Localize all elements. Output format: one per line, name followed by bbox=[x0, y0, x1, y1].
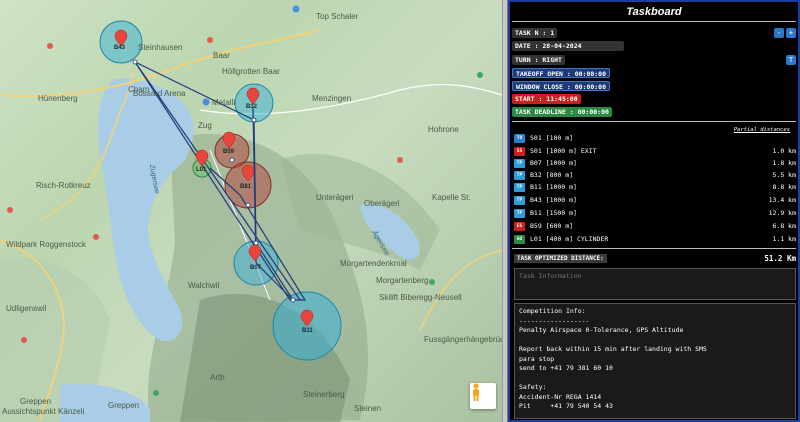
map-label: Steinhausen bbox=[138, 43, 182, 52]
turnpoint-row[interactable]: TP B32 [800 m] 5.5 km bbox=[514, 169, 796, 181]
turnpoint-text: B11 [1000 m] bbox=[530, 183, 577, 191]
optimized-distance-value: 51.2 Km bbox=[764, 253, 796, 263]
map-label: Hohrone bbox=[428, 125, 459, 134]
optimized-distance-bar: TASK OPTIMIZED DISTANCE: 51.2 Km bbox=[514, 252, 796, 264]
tp-label-b43: B43 bbox=[114, 45, 126, 51]
map-label: Menzingen bbox=[312, 94, 351, 103]
map-label: Steinen bbox=[354, 404, 381, 413]
map-label: Oberägeri bbox=[364, 199, 400, 208]
optimized-distance-label: TASK OPTIMIZED DISTANCE: bbox=[514, 253, 607, 263]
map-label: Risch-Rotkreuz bbox=[36, 181, 91, 190]
turnpoint-text: S01 [1000 m] EXIT bbox=[530, 147, 597, 155]
divider-line bbox=[512, 21, 796, 22]
map-label: Greppen bbox=[20, 397, 51, 406]
map-label: Zug bbox=[198, 121, 212, 130]
turnpoint-text: B07 [1000 m] bbox=[530, 159, 577, 167]
turnpoint-distance: 1.8 km bbox=[772, 159, 796, 167]
map-label: Bossard Arena bbox=[133, 89, 186, 98]
task-number: TASK N : 1 bbox=[512, 28, 558, 38]
pegman-button[interactable] bbox=[470, 383, 496, 409]
takeoff-open: TAKEOFF OPEN : 00:00:00 bbox=[512, 68, 611, 78]
map-label: Wildpark Roggenstock bbox=[6, 240, 87, 249]
turnpoint-distance: 5.5 km bbox=[772, 171, 796, 179]
tp-label-l01: L01 bbox=[196, 167, 207, 173]
turnpoint-text: S01 [100 m] bbox=[530, 134, 574, 142]
turnpoint-text: L01 [400 m] CYLINDER bbox=[530, 235, 609, 243]
turnpoint-row[interactable]: TP B07 [1000 m] 1.8 km bbox=[514, 157, 796, 169]
map-label: Baar bbox=[213, 51, 230, 60]
turnpoint-row[interactable]: TP B43 [1000 m] 13.4 km bbox=[514, 194, 796, 206]
map-label: Fussgängerhängebrücke Raiten Skywalk bbox=[424, 335, 502, 344]
taskboard-title: Taskboard bbox=[626, 6, 682, 18]
turnpoint-distance: 1.1 km bbox=[772, 235, 796, 243]
task-information-field[interactable]: Task Information bbox=[514, 268, 796, 300]
turnpoint-row[interactable]: TP B11 [1000 m] 8.8 km bbox=[514, 181, 796, 193]
turnpoint-row[interactable]: ES B59 [600 m] 6.8 km bbox=[514, 220, 796, 232]
tp-label-b59: B59 bbox=[223, 149, 235, 155]
divider-line bbox=[512, 121, 796, 122]
turnpoint-distance: 1.0 km bbox=[772, 147, 796, 155]
tp-label-b32: B32 bbox=[246, 104, 258, 110]
turnpoint-chip: TP bbox=[514, 170, 525, 180]
turnpoint-distance: 13.4 km bbox=[768, 196, 796, 204]
map-label: Skilift Biberegg-Neusell bbox=[379, 293, 462, 302]
turnpoint-chip: TP bbox=[514, 182, 525, 192]
taskboard-panel: Taskboard TASK N : 1 - + DATE : 28-04-20… bbox=[508, 0, 800, 422]
map-label: Hünenberg bbox=[38, 94, 78, 103]
map-label: Udligenswil bbox=[6, 304, 47, 313]
takeoff-chip: TO bbox=[514, 133, 525, 143]
turnpoint-row[interactable]: TP B11 [1500 m] 12.9 km bbox=[514, 207, 796, 219]
turnpoint-text: B32 [800 m] bbox=[530, 171, 574, 179]
window-close: WINDOW CLOSE : 00:00:00 bbox=[512, 81, 611, 91]
map-label: Kapelle St. bbox=[432, 193, 471, 202]
turnpoint-chip: TP bbox=[514, 195, 525, 205]
ess-chip: ES bbox=[514, 221, 525, 231]
map-label: Walchwil bbox=[188, 281, 219, 290]
goal-chip: GO bbox=[514, 234, 525, 244]
map-label: Top Schaler bbox=[316, 12, 359, 21]
map-label: Morgartendenkmal bbox=[340, 259, 407, 268]
tp-label-b11: B11 bbox=[302, 328, 313, 334]
turnpoint-text: B43 [1000 m] bbox=[530, 196, 577, 204]
map-label: Aussichtspunkt Känzeli bbox=[2, 407, 84, 416]
tp-label-b81: B81 bbox=[240, 184, 252, 190]
divider-line bbox=[512, 248, 796, 249]
map-label: Greppen bbox=[108, 401, 139, 410]
competition-info-field[interactable]: Competition Info: ------------------ Pen… bbox=[514, 303, 796, 419]
turnpoint-row[interactable]: GO L01 [400 m] CYLINDER 1.1 km bbox=[514, 233, 796, 245]
decrease-button[interactable]: - bbox=[774, 28, 784, 38]
turnpoint-distance: 6.8 km bbox=[772, 222, 796, 230]
turnpoint-chip: TP bbox=[514, 208, 525, 218]
t-button[interactable]: T bbox=[786, 55, 796, 65]
turnpoint-text: B11 [1500 m] bbox=[530, 209, 577, 217]
task-date: DATE : 28-04-2024 bbox=[512, 41, 624, 51]
turnpoint-text: B59 [600 m] bbox=[530, 222, 574, 230]
map-label: Höllgrotten Baar bbox=[222, 67, 280, 76]
task-deadline: TASK DEADLINE : 00:00:00 bbox=[512, 107, 612, 117]
map-label: Steinerberg bbox=[303, 390, 344, 399]
turnpoint-row[interactable]: TO S01 [100 m] bbox=[514, 132, 796, 144]
increase-button[interactable]: + bbox=[786, 28, 796, 38]
task-turn: TURN : RIGHT bbox=[512, 55, 565, 65]
map-canvas[interactable]: B43 B32 B59 B81 L01 B07 B11 Top Schaler … bbox=[0, 0, 502, 422]
turnpoint-distance: 8.8 km bbox=[772, 183, 796, 191]
map-label: Arth bbox=[210, 373, 225, 382]
map-label: Morgartenberg bbox=[376, 276, 428, 285]
turnpoint-chip: TP bbox=[514, 158, 525, 168]
task-map[interactable]: B43 B32 B59 B81 L01 B07 B11 Top Schaler … bbox=[0, 0, 502, 422]
sss-chip: SS bbox=[514, 146, 525, 156]
turnpoint-row[interactable]: SS S01 [1000 m] EXIT 1.0 km bbox=[514, 145, 796, 157]
map-label: Unterägeri bbox=[316, 193, 354, 202]
turnpoint-distance: 12.9 km bbox=[768, 209, 796, 217]
map-label: Metalli bbox=[212, 98, 235, 107]
start-time: START : 11:45:00 bbox=[512, 94, 581, 104]
pegman-icon bbox=[473, 383, 479, 401]
tp-label-b07: B07 bbox=[250, 265, 262, 271]
